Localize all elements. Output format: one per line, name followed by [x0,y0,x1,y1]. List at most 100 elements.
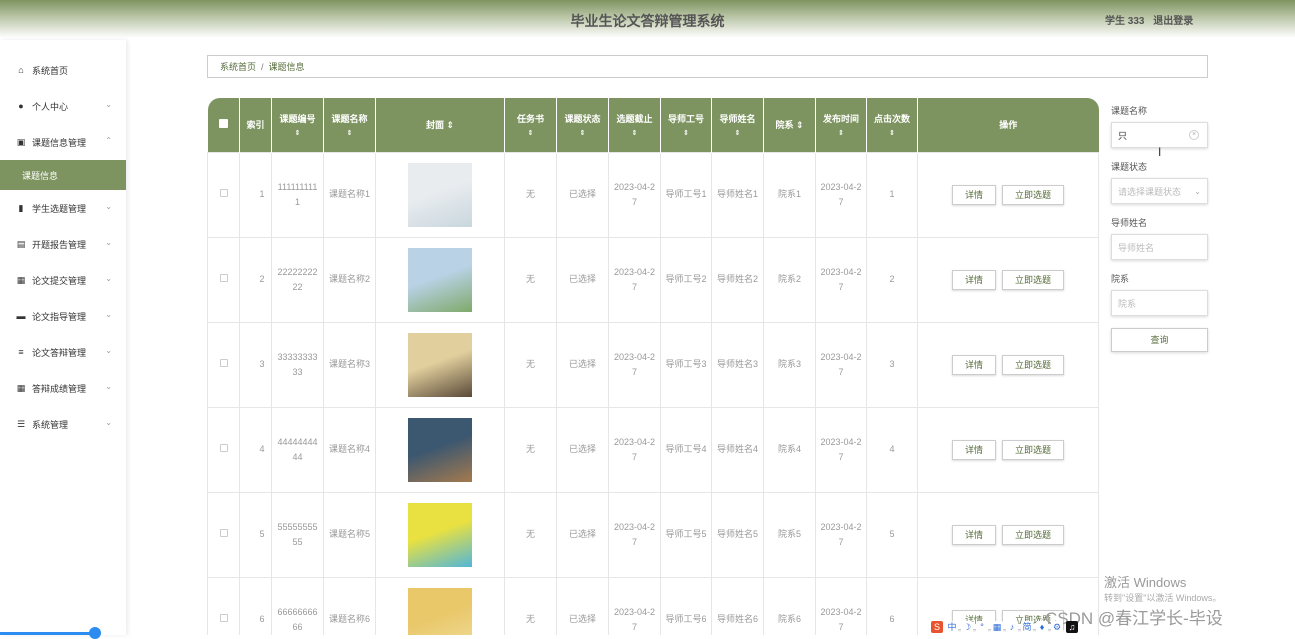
col-status[interactable]: 课题状态 ⇕ [556,98,609,152]
table-row[interactable]: 3 3333333333 课题名称3 无已选择 2023-04-27 导师工号3 导师姓名3… [207,321,1099,408]
topic-status-select[interactable]: 请选择课题状态 ⌄ [1111,178,1208,204]
cell-dept: 院系2 [763,236,816,323]
cell-teacher-id: 导师工号6 [660,576,712,635]
row-checkbox[interactable] [219,189,228,197]
col-cover[interactable]: 封面 ⇕ [375,98,505,152]
detail-button[interactable]: 详情 [951,269,996,290]
cell-status: 已选择 [556,406,609,493]
select-topic-button[interactable]: 立即选题 [1002,524,1065,545]
row-checkbox [207,321,240,408]
row-checkbox [207,576,240,635]
col-dept[interactable]: 院系 ⇕ [763,98,816,152]
sidebar-item-student-selection[interactable]: ▮ 学生选题管理 ⌄ [0,190,126,226]
cell-dept-text: 院系2 [777,274,801,284]
cell-teacher-id-text: 导师工号2 [665,274,707,284]
col-code[interactable]: 课题编号 ⇕ [271,98,324,152]
moon-icon[interactable]: ☽ [961,621,973,633]
clear-icon[interactable]: × [1189,130,1199,140]
sort-icon: ⇕ [346,130,353,138]
cell-status: 已选择 [556,321,609,408]
sidebar-item-label: 系统管理 [32,419,69,430]
row-checkbox[interactable] [219,614,228,622]
table-row[interactable]: 2 2222222222 课题名称2 无已选择 2023-04-27 导师工号2 导师姓名2… [207,236,1099,323]
cell-actions: 详情 立即选题 [917,321,1099,408]
ime-chinese-icon[interactable]: 中 [946,621,958,633]
table-row[interactable]: 5 5555555555 课题名称5 无已选择 2023-04-27 导师工号5 导师姓名5… [207,491,1099,578]
select-topic-button[interactable]: 立即选题 [1002,269,1065,290]
cell-teacher-name-text: 导师姓名2 [716,274,758,284]
mic-icon[interactable]: ♪ [1006,621,1018,633]
sidebar-scroll-handle[interactable] [89,627,101,639]
col-clicks[interactable]: 点击次数 ⇕ [866,98,918,152]
top-header: 毕业生论文答辩管理系统 学生 333 退出登录 [0,0,1295,38]
cell-code-text: 5555555555 [277,521,318,547]
cell-cover [375,151,505,238]
sidebar-item-thesis-guidance[interactable]: ▬ 论文指导管理 ⌄ [0,298,126,334]
sidebar-subitem-topic-info[interactable]: 课题信息 [0,160,126,190]
cell-dept: 院系1 [763,151,816,238]
cell-cover [375,491,505,578]
select-topic-button[interactable]: 立即选题 [1002,439,1065,460]
sidebar-item-thesis-defense[interactable]: ≡ 论文答辩管理 ⌄ [0,334,126,370]
cell-code: 2222222222 [271,236,324,323]
chevron-down-icon: ⌄ [105,274,112,283]
cell-teacher-name: 导师姓名2 [711,236,764,323]
cell-task-text: 无 [525,189,535,199]
dept-input[interactable]: 院系 [1111,290,1208,316]
punctuation-icon[interactable]: ° [976,621,988,633]
cell-task: 无 [504,576,557,635]
logout-link[interactable]: 退出登录 [1153,16,1193,27]
table-row[interactable]: 4 4444444444 课题名称4 无已选择 2023-04-27 导师工号4 导师姓名4… [207,406,1099,493]
detail-button[interactable]: 详情 [951,354,996,375]
select-all-checkbox[interactable] [218,119,228,129]
sidebar-item-profile[interactable]: ● 个人中心 ⌄ [0,88,126,124]
cell-publish-time-text: 2023-04-27 [820,521,862,547]
sidebar-item-system[interactable]: ☰ 系统管理 ⌄ [0,406,126,442]
sidebar-item-defense-score[interactable]: ▦ 答辩成绩管理 ⌄ [0,370,126,406]
sidebar-item-topic-management[interactable]: ▣ 课题信息管理 ⌃ [0,124,126,160]
detail-button[interactable]: 详情 [951,184,996,205]
query-button[interactable]: 查询 [1111,328,1208,352]
select-all-header[interactable] [207,98,240,152]
cell-teacher-name-text: 导师姓名5 [716,529,758,539]
row-checkbox[interactable] [219,274,228,282]
cover-image [408,162,472,227]
detail-button[interactable]: 详情 [951,524,996,545]
cell-teacher-name: 导师姓名6 [711,576,764,635]
cell-status: 已选择 [556,576,609,635]
keyboard-icon[interactable]: ▦ [991,621,1003,633]
sidebar-item-thesis-submit[interactable]: ▦ 论文提交管理 ⌄ [0,262,126,298]
app-icon[interactable]: ♫ [1066,621,1078,633]
cell-name-text: 课题名称1 [328,189,370,199]
col-teacher-name[interactable]: 导师姓名 ⇕ [711,98,764,152]
cell-teacher-id: 导师工号4 [660,406,712,493]
sidebar-item-home[interactable]: ⌂ 系统首页 [0,52,126,88]
skin-icon[interactable]: ♦ [1036,621,1048,633]
teacher-name-input[interactable]: 导师姓名 [1111,234,1208,260]
select-topic-button[interactable]: 立即选题 [1002,354,1065,375]
row-checkbox[interactable] [219,444,228,452]
row-checkbox[interactable] [219,359,228,367]
breadcrumb-home[interactable]: 系统首页 [220,60,256,73]
col-publish-time[interactable]: 发布时间 ⇕ [815,98,867,152]
chevron-down-icon: ⌄ [105,202,112,211]
sidebar-item-label: 论文指导管理 [32,311,87,322]
sidebar-item-proposal[interactable]: ▤ 开题报告管理 ⌄ [0,226,126,262]
cell-dept-text: 院系5 [777,529,801,539]
row-checkbox[interactable] [219,529,228,537]
chart-icon: ▣ [16,136,26,147]
col-teacher-id[interactable]: 导师工号 ⇕ [660,98,712,152]
col-name[interactable]: 课题名称 ⇕ [323,98,376,152]
ime-logo-icon[interactable]: S [931,621,943,633]
col-deadline[interactable]: 选题截止 ⇕ [608,98,661,152]
select-topic-button[interactable]: 立即选题 [1002,184,1065,205]
cell-actions: 详情 立即选题 [917,491,1099,578]
col-task[interactable]: 任务书 ⇕ [504,98,557,152]
home-icon: ⌂ [18,65,24,75]
settings-icon[interactable]: ⚙ [1051,621,1063,633]
table-row[interactable]: 1 1111111111 课题名称1 无已选择 2023-04-27 导师工号1 导师姓名1… [207,151,1099,238]
detail-button[interactable]: 详情 [951,439,996,460]
cell-dept-text: 院系4 [777,444,801,454]
col-actions: 操作 [917,98,1099,152]
simplified-icon[interactable]: 简 [1021,621,1033,633]
